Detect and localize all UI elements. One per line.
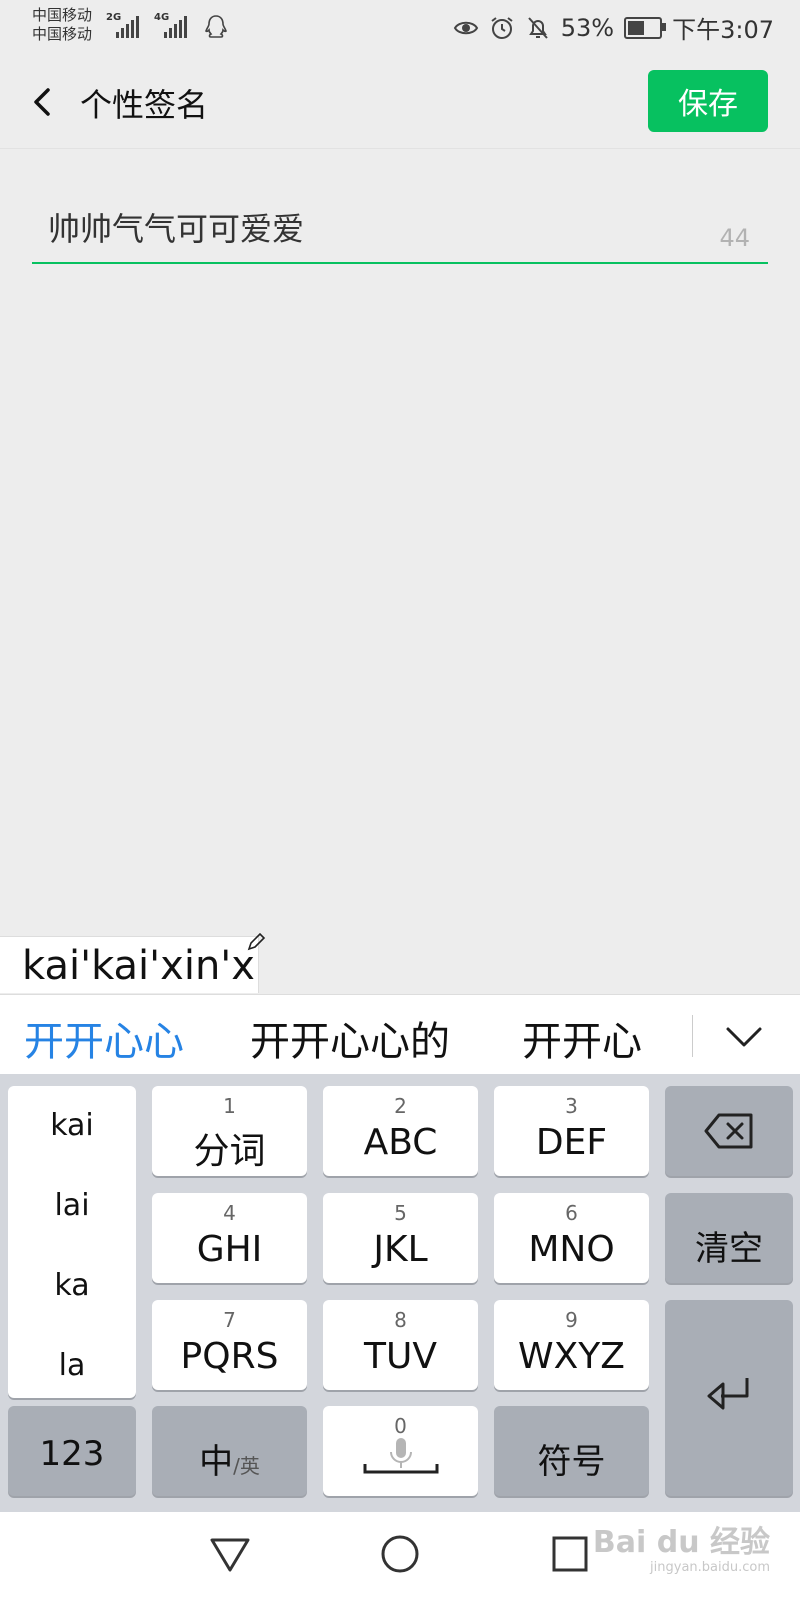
key-7[interactable]: 7 PQRS <box>152 1300 307 1390</box>
lang-sub: /英 <box>233 1454 260 1478</box>
watermark-url: jingyan.baidu.com <box>650 1560 770 1575</box>
key-2[interactable]: 2 ABC <box>323 1086 478 1176</box>
syllable-list: kai lai ka la <box>8 1086 136 1398</box>
key-3[interactable]: 3 DEF <box>494 1086 649 1176</box>
microphone-icon <box>363 1438 439 1474</box>
syllable-lai[interactable]: lai <box>8 1188 136 1223</box>
key-1-label: 分词 <box>193 1131 266 1172</box>
key-5-number: 5 <box>394 1201 407 1225</box>
qq-icon <box>205 15 227 38</box>
clear-key-label: 清空 <box>695 1229 763 1269</box>
battery-icon <box>624 16 667 39</box>
key-2-number: 2 <box>394 1094 407 1118</box>
key-1-number: 1 <box>223 1094 236 1118</box>
backspace-icon <box>704 1113 753 1149</box>
space-key-number: 0 <box>394 1414 407 1438</box>
bell-off-icon <box>528 16 548 39</box>
candidate-1[interactable]: 开开心心 <box>24 1009 184 1067</box>
lang-main: 中 <box>199 1442 234 1482</box>
symbols-key-label: 符号 <box>537 1442 606 1482</box>
back-arrow-icon[interactable] <box>24 80 64 124</box>
keyboard: kai lai ka la 1 分词 2 ABC 3 DEF 4 GHI 5 J… <box>0 1074 800 1512</box>
enter-key[interactable] <box>665 1300 793 1496</box>
candidate-3[interactable]: 开开心 <box>522 1009 642 1067</box>
key-9-label: WXYZ <box>518 1336 625 1377</box>
candidate-2[interactable]: 开开心心的 <box>250 1009 450 1067</box>
key-6[interactable]: 6 MNO <box>494 1193 649 1283</box>
chevron-down-icon[interactable] <box>716 1015 772 1059</box>
syllable-kai[interactable]: kai <box>8 1108 136 1143</box>
navigation-bar: Bai du 经验 jingyan.baidu.com <box>0 1512 800 1600</box>
carrier-labels: 中国移动 中国移动 <box>32 6 92 44</box>
key-3-number: 3 <box>565 1094 578 1118</box>
key-7-label: PQRS <box>180 1336 279 1377</box>
signature-text: 帅帅气气可可爱爱 <box>48 210 305 248</box>
language-switch-label: 中/英 <box>152 1434 307 1483</box>
candidate-divider <box>692 1015 693 1057</box>
header-divider <box>0 148 800 149</box>
nav-back-icon[interactable] <box>208 1532 252 1576</box>
key-6-label: MNO <box>528 1229 615 1270</box>
language-switch-key[interactable]: 中/英 <box>152 1406 307 1496</box>
edit-pencil-icon[interactable] <box>246 932 266 952</box>
watermark: Bai du 经验 jingyan.baidu.com <box>593 1526 770 1576</box>
key-4[interactable]: 4 GHI <box>152 1193 307 1283</box>
key-8[interactable]: 8 TUV <box>323 1300 478 1390</box>
watermark-logo: Bai du 经验 <box>592 1525 770 1560</box>
space-key[interactable]: 0 <box>323 1406 478 1496</box>
clock: 下午3:07 <box>672 16 774 44</box>
key-3-label: DEF <box>535 1122 608 1163</box>
clear-key[interactable]: 清空 <box>665 1193 793 1283</box>
alarm-icon <box>491 16 513 39</box>
key-8-number: 8 <box>394 1308 407 1332</box>
backspace-key[interactable] <box>665 1086 793 1176</box>
page-title: 个性签名 <box>80 86 209 124</box>
nav-home-icon[interactable] <box>378 1532 422 1576</box>
key-5-label: JKL <box>373 1229 428 1270</box>
key-7-number: 7 <box>223 1308 236 1332</box>
key-6-number: 6 <box>565 1201 578 1225</box>
enter-icon <box>707 1378 749 1410</box>
key-9-number: 9 <box>565 1308 578 1332</box>
carrier-1: 中国移动 <box>32 6 93 24</box>
signature-input[interactable]: 帅帅气气可可爱爱 44 <box>32 196 768 264</box>
symbols-key[interactable]: 符号 <box>494 1406 649 1496</box>
syllable-ka[interactable]: ka <box>8 1268 136 1303</box>
key-5[interactable]: 5 JKL <box>323 1193 478 1283</box>
nav-recents-icon[interactable] <box>548 1532 592 1576</box>
eye-icon <box>453 21 478 34</box>
key-4-label: GHI <box>196 1229 263 1270</box>
key-9[interactable]: 9 WXYZ <box>494 1300 649 1390</box>
key-8-label: TUV <box>364 1336 437 1377</box>
save-button[interactable]: 保存 <box>648 70 768 132</box>
candidate-bar: 开开心心 开开心心的 开开心 <box>0 994 800 1075</box>
key-2-label: ABC <box>363 1122 438 1163</box>
key-1[interactable]: 1 分词 <box>152 1086 307 1176</box>
char-counter: 44 <box>719 224 750 252</box>
numbers-key-label: 123 <box>39 1434 105 1474</box>
key-4-number: 4 <box>223 1201 236 1225</box>
syllable-la[interactable]: la <box>8 1348 136 1383</box>
battery-percent: 53% <box>560 13 615 42</box>
carrier-2: 中国移动 <box>32 25 93 43</box>
header: 个性签名 保存 <box>0 56 800 150</box>
status-right: 53% 下午3:07 <box>453 10 774 45</box>
composition-string: kai'kai'xin'x <box>22 943 255 989</box>
numbers-key[interactable]: 123 <box>8 1406 136 1496</box>
composition-text: kai'kai'xin'x <box>0 936 259 993</box>
status-bar: 中国移动 中国移动 2G 4G 53% 下午3:07 <box>0 0 800 56</box>
